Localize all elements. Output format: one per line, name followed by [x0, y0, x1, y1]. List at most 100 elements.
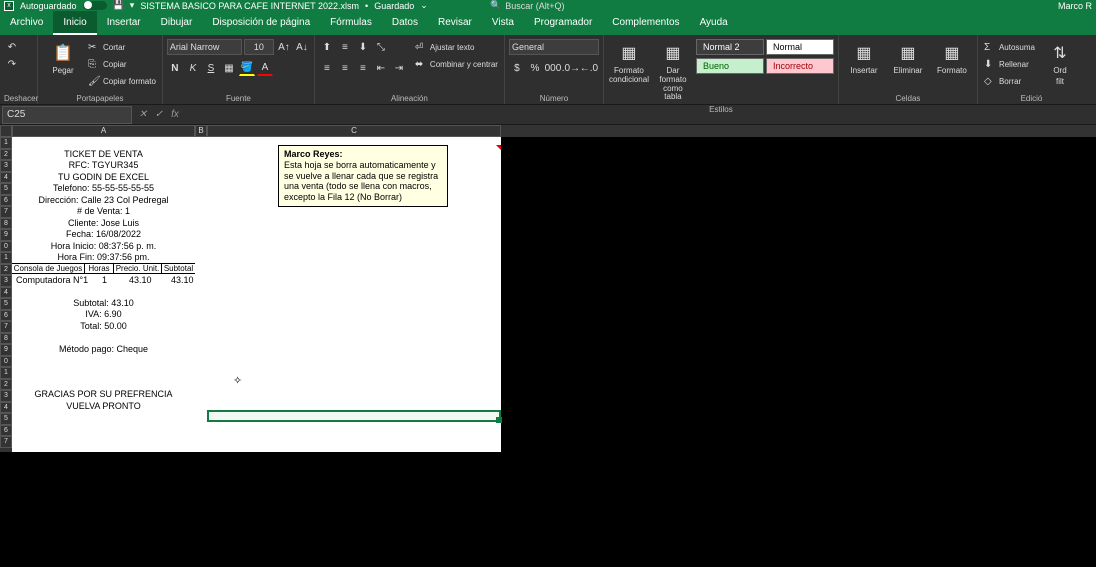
copy-button[interactable]: ⎘Copiar	[86, 56, 158, 72]
number-format-select[interactable]	[509, 39, 599, 55]
fill-button[interactable]: ⬇Rellenar	[982, 56, 1037, 72]
decrease-decimal-button[interactable]: ←.0	[581, 60, 597, 76]
fill-color-button[interactable]: 🪣	[239, 60, 255, 76]
row-header[interactable]: 2	[0, 264, 12, 276]
name-box[interactable]	[2, 106, 132, 124]
orientation-button[interactable]: ⤡	[373, 39, 389, 55]
undo-button[interactable]: ↶	[4, 39, 20, 55]
wrap-text-button[interactable]: ⏎Ajustar texto	[413, 39, 500, 55]
col-header-a[interactable]: A	[12, 125, 195, 137]
row-header[interactable]: 9	[0, 344, 12, 356]
row-header[interactable]: 0	[0, 241, 12, 253]
decrease-font-button[interactable]: A↓	[294, 39, 310, 55]
delete-cells-button[interactable]: ▦Eliminar	[887, 39, 929, 78]
style-normal2[interactable]: Normal 2	[696, 39, 764, 55]
underline-button[interactable]: S	[203, 60, 219, 76]
italic-button[interactable]: K	[185, 60, 201, 76]
menu-disposicion[interactable]: Disposición de página	[202, 11, 320, 35]
row-header[interactable]: 6	[0, 310, 12, 322]
row-header[interactable]: 4	[0, 402, 12, 414]
row-header[interactable]: 3	[0, 160, 12, 172]
format-cells-button[interactable]: ▦Formato	[931, 39, 973, 78]
cells-area[interactable]: TICKET DE VENTA RFC: TGYUR345 TU GODIN D…	[12, 137, 501, 452]
align-bottom-button[interactable]: ⬇	[355, 39, 371, 55]
align-middle-button[interactable]: ≡	[337, 39, 353, 55]
menu-revisar[interactable]: Revisar	[428, 11, 482, 35]
increase-decimal-button[interactable]: .0→	[563, 60, 579, 76]
row-header[interactable]: 7	[0, 321, 12, 333]
save-icon[interactable]: 💾	[113, 0, 124, 11]
cancel-formula-button[interactable]: ✕	[136, 109, 150, 120]
row-header[interactable]: 1	[0, 252, 12, 264]
row-header[interactable]: 3	[0, 390, 12, 402]
fx-button[interactable]: fx	[168, 109, 182, 120]
redo-button[interactable]: ↷	[4, 56, 20, 72]
bold-button[interactable]: N	[167, 60, 183, 76]
border-button[interactable]: ▦	[221, 60, 237, 76]
row-header[interactable]: 0	[0, 356, 12, 368]
row-header[interactable]: 1	[0, 367, 12, 379]
menu-vista[interactable]: Vista	[482, 11, 524, 35]
fill-handle[interactable]	[496, 417, 502, 423]
menu-insertar[interactable]: Insertar	[97, 11, 151, 35]
align-right-button[interactable]: ≡	[355, 60, 371, 76]
indent-left-button[interactable]: ⇤	[373, 60, 389, 76]
autosave-toggle[interactable]	[83, 1, 107, 10]
conditional-format-button[interactable]: ▦ Formato condicional	[608, 39, 650, 87]
clear-button[interactable]: ◇Borrar	[982, 73, 1037, 89]
comment-indicator-icon[interactable]	[496, 145, 501, 150]
merge-button[interactable]: ⬌Combinar y centrar	[413, 56, 500, 72]
currency-button[interactable]: $	[509, 60, 525, 76]
menu-ayuda[interactable]: Ayuda	[690, 11, 738, 35]
row-header[interactable]: 7	[0, 206, 12, 218]
menu-datos[interactable]: Datos	[382, 11, 428, 35]
menu-complementos[interactable]: Complementos	[602, 11, 689, 35]
menu-programador[interactable]: Programador	[524, 11, 602, 35]
font-name-select[interactable]	[167, 39, 242, 55]
sort-filter-button[interactable]: ⇅Ordfilt	[1039, 39, 1081, 89]
enter-formula-button[interactable]: ✓	[152, 109, 166, 120]
menu-formulas[interactable]: Fórmulas	[320, 11, 382, 35]
comma-button[interactable]: 000	[545, 60, 561, 76]
font-color-button[interactable]: A	[257, 60, 273, 76]
paste-button[interactable]: 📋 Pegar	[42, 39, 84, 78]
row-header[interactable]: 7	[0, 436, 12, 448]
style-incorrecto[interactable]: Incorrecto	[766, 58, 834, 74]
search-box[interactable]: 🔍 Buscar (Alt+Q)	[490, 0, 564, 11]
chevron-down-icon[interactable]: ⌄	[420, 0, 428, 11]
row-header[interactable]: 2	[0, 149, 12, 161]
col-header-b[interactable]: B	[195, 125, 207, 137]
insert-cells-button[interactable]: ▦Insertar	[843, 39, 885, 78]
col-header-c[interactable]: C	[207, 125, 501, 137]
percent-button[interactable]: %	[527, 60, 543, 76]
style-bueno[interactable]: Bueno	[696, 58, 764, 74]
row-header[interactable]: 5	[0, 298, 12, 310]
autosum-button[interactable]: ΣAutosuma	[982, 39, 1037, 55]
format-table-button[interactable]: ▦ Dar formato como tabla	[652, 39, 694, 104]
align-left-button[interactable]: ≡	[319, 60, 335, 76]
row-header[interactable]: 6	[0, 425, 12, 437]
menu-archivo[interactable]: Archivo	[0, 11, 53, 35]
row-header[interactable]: 8	[0, 218, 12, 230]
format-painter-button[interactable]: 🖌Copiar formato	[86, 73, 158, 89]
row-header[interactable]: 5	[0, 413, 12, 425]
user-name[interactable]: Marco R	[1058, 1, 1092, 11]
dropdown-icon[interactable]: ▾	[130, 0, 135, 11]
row-header[interactable]: 9	[0, 229, 12, 241]
row-header[interactable]: 4	[0, 172, 12, 184]
menu-inicio[interactable]: Inicio	[53, 11, 96, 35]
select-all-corner[interactable]	[0, 125, 12, 137]
menu-dibujar[interactable]: Dibujar	[151, 11, 203, 35]
indent-right-button[interactable]: ⇥	[391, 60, 407, 76]
row-header[interactable]: 1	[0, 137, 12, 149]
row-header[interactable]: 8	[0, 333, 12, 345]
row-header[interactable]: 3	[0, 275, 12, 287]
row-header[interactable]: 4	[0, 287, 12, 299]
align-top-button[interactable]: ⬆	[319, 39, 335, 55]
cut-button[interactable]: ✂Cortar	[86, 39, 158, 55]
row-header[interactable]: 6	[0, 195, 12, 207]
align-center-button[interactable]: ≡	[337, 60, 353, 76]
increase-font-button[interactable]: A↑	[276, 39, 292, 55]
style-normal[interactable]: Normal	[766, 39, 834, 55]
row-header[interactable]: 5	[0, 183, 12, 195]
